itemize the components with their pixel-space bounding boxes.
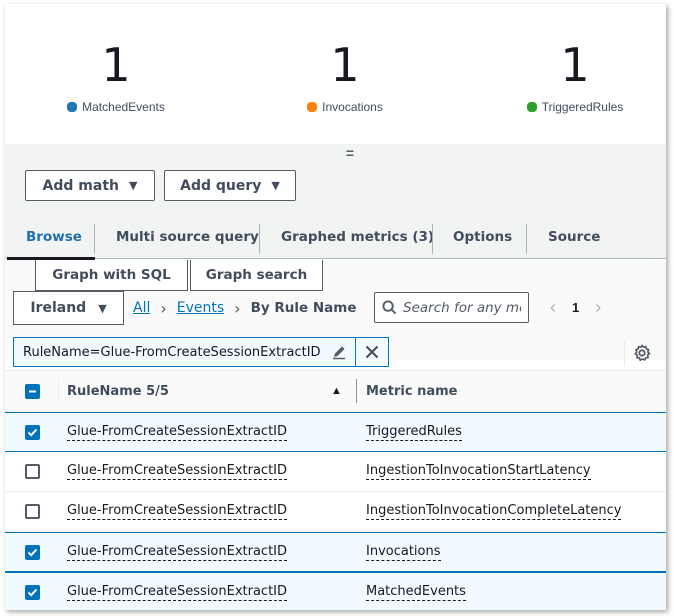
legend-dot-icon	[307, 102, 318, 112]
current-page[interactable]: 1	[572, 300, 579, 315]
legend-dot-icon	[67, 102, 78, 112]
table-header: RuleName 5/5 ▲ Metric name	[5, 370, 666, 412]
metric-legend: Invocations	[290, 100, 400, 114]
table-row[interactable]: Glue-FromCreateSessionExtractID Ingestio…	[5, 452, 666, 492]
caret-down-icon: ▼	[271, 179, 280, 192]
rule-name-cell[interactable]: Glue-FromCreateSessionExtractID	[67, 503, 288, 520]
breadcrumb-events[interactable]: Events	[177, 300, 224, 316]
chevron-right-icon: ›	[234, 298, 241, 318]
metric-value: 1	[101, 38, 131, 92]
metrics-console-frame: 1 MatchedEvents 1 Invocations 1 Triggere…	[5, 4, 666, 610]
checkmark-icon	[27, 428, 38, 437]
column-header-metric-name[interactable]: Metric name	[366, 384, 457, 399]
metric-legend: MatchedEvents	[61, 100, 171, 114]
checkmark-icon	[27, 548, 38, 557]
pagination: ‹ 1 ›	[550, 292, 601, 323]
metric-name-cell[interactable]: IngestionToInvocationCompleteLatency	[366, 503, 622, 520]
divider	[624, 340, 625, 366]
metric-name-cell[interactable]: IngestionToInvocationStartLatency	[366, 463, 591, 480]
tab-divider	[259, 224, 260, 254]
row-checkbox[interactable]	[25, 504, 40, 519]
row-checkbox[interactable]	[25, 584, 40, 600]
legend-dot-icon	[526, 102, 537, 112]
resize-handle-icon[interactable]: =	[343, 146, 357, 160]
metric-summary: 1 MatchedEvents 1 Invocations 1 Triggere…	[5, 4, 666, 144]
tab-divider	[432, 224, 433, 254]
column-header-rule-name[interactable]: RuleName 5/5	[67, 384, 169, 399]
next-page-icon[interactable]: ›	[595, 297, 601, 318]
close-icon	[365, 345, 378, 359]
query-panel: = Add math ▼ Add query ▼ Browse Multi so…	[5, 144, 666, 260]
tab-options[interactable]: Options	[453, 216, 512, 258]
metric-triggered-rules: 1 TriggeredRules	[510, 38, 640, 114]
table-row[interactable]: Glue-FromCreateSessionExtractID Ingestio…	[5, 492, 666, 532]
browse-controls: Graph with SQL Graph search Ireland ▼ Al…	[5, 260, 666, 367]
graph-with-sql-button[interactable]: Graph with SQL	[35, 260, 188, 291]
region-selector[interactable]: Ireland ▼	[13, 291, 124, 325]
filter-token-label: RuleName=Glue-FromCreateSessionExtractID	[23, 344, 321, 360]
tab-divider	[526, 224, 527, 254]
tab-graphed-metrics[interactable]: Graphed metrics (3)	[281, 216, 434, 258]
add-query-label: Add query	[180, 177, 262, 194]
rule-name-cell[interactable]: Glue-FromCreateSessionExtractID	[67, 584, 288, 601]
filter-token-text-area[interactable]: RuleName=Glue-FromCreateSessionExtractID	[14, 338, 356, 366]
caret-down-icon: ▼	[128, 179, 138, 192]
metric-label: Invocations	[322, 100, 383, 114]
rule-name-cell[interactable]: Glue-FromCreateSessionExtractID	[67, 463, 288, 480]
breadcrumb-all[interactable]: All	[133, 300, 150, 316]
tab-bar: Browse Multi source query Graphed metric…	[5, 216, 666, 259]
add-math-label: Add math	[42, 177, 119, 194]
table-row[interactable]: Glue-FromCreateSessionExtractID MatchedE…	[5, 572, 666, 610]
chevron-right-icon: ›	[160, 298, 167, 318]
tab-multi-source-query[interactable]: Multi source query	[116, 216, 259, 258]
row-checkbox[interactable]	[25, 424, 40, 440]
column-resizer[interactable]	[356, 379, 357, 403]
metric-matched-events: 1 MatchedEvents	[61, 38, 171, 114]
sort-ascending-icon[interactable]: ▲	[331, 385, 342, 397]
graph-search-button[interactable]: Graph search	[190, 260, 323, 291]
metric-name-cell[interactable]: Invocations	[366, 544, 441, 561]
rule-name-cell[interactable]: Glue-FromCreateSessionExtractID	[67, 544, 288, 561]
row-checkbox[interactable]	[25, 544, 40, 560]
add-math-button[interactable]: Add math ▼	[25, 170, 155, 201]
metric-label: TriggeredRules	[541, 100, 624, 114]
add-query-button[interactable]: Add query ▼	[164, 170, 296, 201]
metric-search-input[interactable]	[403, 299, 521, 316]
checkmark-icon	[27, 588, 38, 597]
search-icon	[382, 300, 397, 315]
previous-page-icon[interactable]: ‹	[550, 297, 556, 318]
metric-value: 1	[330, 38, 360, 92]
metric-invocations: 1 Invocations	[290, 38, 400, 114]
select-all-checkbox[interactable]	[25, 383, 40, 399]
metric-search-box[interactable]	[374, 292, 529, 323]
column-divider	[58, 380, 59, 402]
indeterminate-icon	[29, 390, 36, 392]
table-row[interactable]: Glue-FromCreateSessionExtractID Triggere…	[5, 412, 666, 452]
tab-browse[interactable]: Browse	[26, 216, 82, 258]
tab-divider	[94, 224, 95, 254]
remove-filter-button[interactable]	[356, 338, 388, 366]
row-checkbox[interactable]	[25, 464, 40, 479]
edit-pencil-icon[interactable]	[331, 344, 347, 360]
metric-label: MatchedEvents	[82, 100, 165, 114]
breadcrumb-current: By Rule Name	[250, 300, 357, 316]
metric-legend: TriggeredRules	[510, 100, 640, 114]
metrics-table: RuleName 5/5 ▲ Metric name Glue-FromCrea…	[5, 370, 666, 610]
region-label: Ireland	[30, 300, 87, 316]
breadcrumb: All › Events › By Rule Name	[133, 291, 357, 325]
caret-down-icon: ▼	[98, 301, 107, 315]
metric-name-cell[interactable]: MatchedEvents	[366, 584, 466, 601]
rule-name-cell[interactable]: Glue-FromCreateSessionExtractID	[67, 424, 288, 441]
metric-value: 1	[560, 38, 590, 92]
settings-gear-icon[interactable]	[633, 344, 651, 362]
table-row[interactable]: Glue-FromCreateSessionExtractID Invocati…	[5, 532, 666, 572]
filter-token: RuleName=Glue-FromCreateSessionExtractID	[13, 337, 389, 367]
metric-name-cell[interactable]: TriggeredRules	[366, 424, 462, 441]
tab-source[interactable]: Source	[548, 216, 600, 258]
